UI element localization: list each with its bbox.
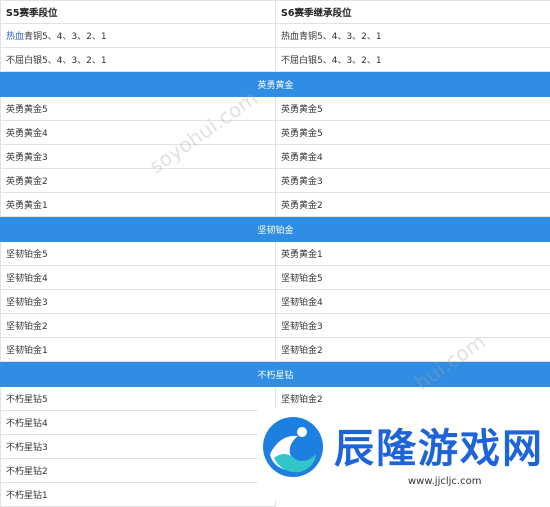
- table-row: 坚韧铂金1坚韧铂金2: [1, 338, 550, 362]
- table-header-row: S5赛季段位 S6赛季继承段位: [1, 1, 550, 24]
- section-title: 不朽星钻: [1, 362, 550, 387]
- cell-s5-rank: 坚韧铂金2: [1, 314, 276, 338]
- section-header-row: 坚韧铂金: [1, 217, 550, 242]
- cell-s5-rank: 不朽星钻5: [1, 387, 276, 411]
- cell-s6-rank: 坚韧铂金2: [276, 387, 550, 411]
- cell-s6-silver: 不屈白银5、4、3、2、1: [276, 48, 550, 72]
- cell-text: 青铜5、4、3、2、1: [24, 32, 107, 42]
- cell-s5-rank: 英勇黄金4: [1, 121, 276, 145]
- site-logo: 辰隆游戏网 www.jjcljc.com: [258, 408, 550, 500]
- cell-s5-rank: 不朽星钻1: [1, 483, 276, 507]
- section-title: 英勇黄金: [1, 72, 550, 97]
- cell-s5-rank: 不朽星钻2: [1, 459, 276, 483]
- logo-text: 辰隆游戏网: [334, 416, 544, 474]
- cell-s6-rank: 坚韧铂金2: [276, 338, 550, 362]
- table-row: 坚韧铂金3坚韧铂金4: [1, 290, 550, 314]
- table-row: 热血青铜5、4、3、2、1 热血青铜5、4、3、2、1: [1, 24, 550, 48]
- cell-s6-rank: 英勇黄金3: [276, 169, 550, 193]
- cell-s5-rank: 坚韧铂金4: [1, 266, 276, 290]
- cell-s6-rank: 英勇黄金1: [276, 242, 550, 266]
- cell-s6-rank: 坚韧铂金3: [276, 314, 550, 338]
- cell-s6-rank: 坚韧铂金4: [276, 290, 550, 314]
- cell-s5-silver: 不屈白银5、4、3、2、1: [1, 48, 276, 72]
- cell-s5-bronze: 热血青铜5、4、3、2、1: [1, 24, 276, 48]
- table-row: 英勇黄金1英勇黄金2: [1, 193, 550, 217]
- cell-s5-rank: 英勇黄金1: [1, 193, 276, 217]
- table-row: 坚韧铂金2坚韧铂金3: [1, 314, 550, 338]
- cell-s6-rank: 坚韧铂金5: [276, 266, 550, 290]
- cell-s6-rank: 英勇黄金4: [276, 145, 550, 169]
- highlight-text[interactable]: 热血: [6, 32, 24, 42]
- cell-s6-rank: 英勇黄金2: [276, 193, 550, 217]
- table-row: 坚韧铂金4坚韧铂金5: [1, 266, 550, 290]
- section-header-row: 不朽星钻: [1, 362, 550, 387]
- header-s5-rank: S5赛季段位: [1, 1, 276, 24]
- section-title: 坚韧铂金: [1, 217, 550, 242]
- wave-logo-icon: [260, 414, 326, 480]
- cell-s6-rank: 英勇黄金5: [276, 97, 550, 121]
- cell-s6-bronze: 热血青铜5、4、3、2、1: [276, 24, 550, 48]
- header-s6-rank: S6赛季继承段位: [276, 1, 550, 24]
- section-header-row: 英勇黄金: [1, 72, 550, 97]
- cell-s5-rank: 坚韧铂金3: [1, 290, 276, 314]
- table-row: 英勇黄金3英勇黄金4: [1, 145, 550, 169]
- cell-s5-rank: 不朽星钻4: [1, 411, 276, 435]
- cell-s5-rank: 坚韧铂金1: [1, 338, 276, 362]
- cell-s5-rank: 坚韧铂金5: [1, 242, 276, 266]
- cell-s6-rank: 英勇黄金5: [276, 121, 550, 145]
- cell-s5-rank: 不朽星钻3: [1, 435, 276, 459]
- table-row: 坚韧铂金5英勇黄金1: [1, 242, 550, 266]
- table-row: 英勇黄金5英勇黄金5: [1, 97, 550, 121]
- cell-s5-rank: 英勇黄金5: [1, 97, 276, 121]
- table-row: 不屈白银5、4、3、2、1 不屈白银5、4、3、2、1: [1, 48, 550, 72]
- table-row: 英勇黄金2英勇黄金3: [1, 169, 550, 193]
- table-row: 不朽星钻5坚韧铂金2: [1, 387, 550, 411]
- logo-url: www.jjcljc.com: [408, 476, 481, 487]
- table-row: 英勇黄金4英勇黄金5: [1, 121, 550, 145]
- cell-s5-rank: 英勇黄金2: [1, 169, 276, 193]
- cell-s5-rank: 英勇黄金3: [1, 145, 276, 169]
